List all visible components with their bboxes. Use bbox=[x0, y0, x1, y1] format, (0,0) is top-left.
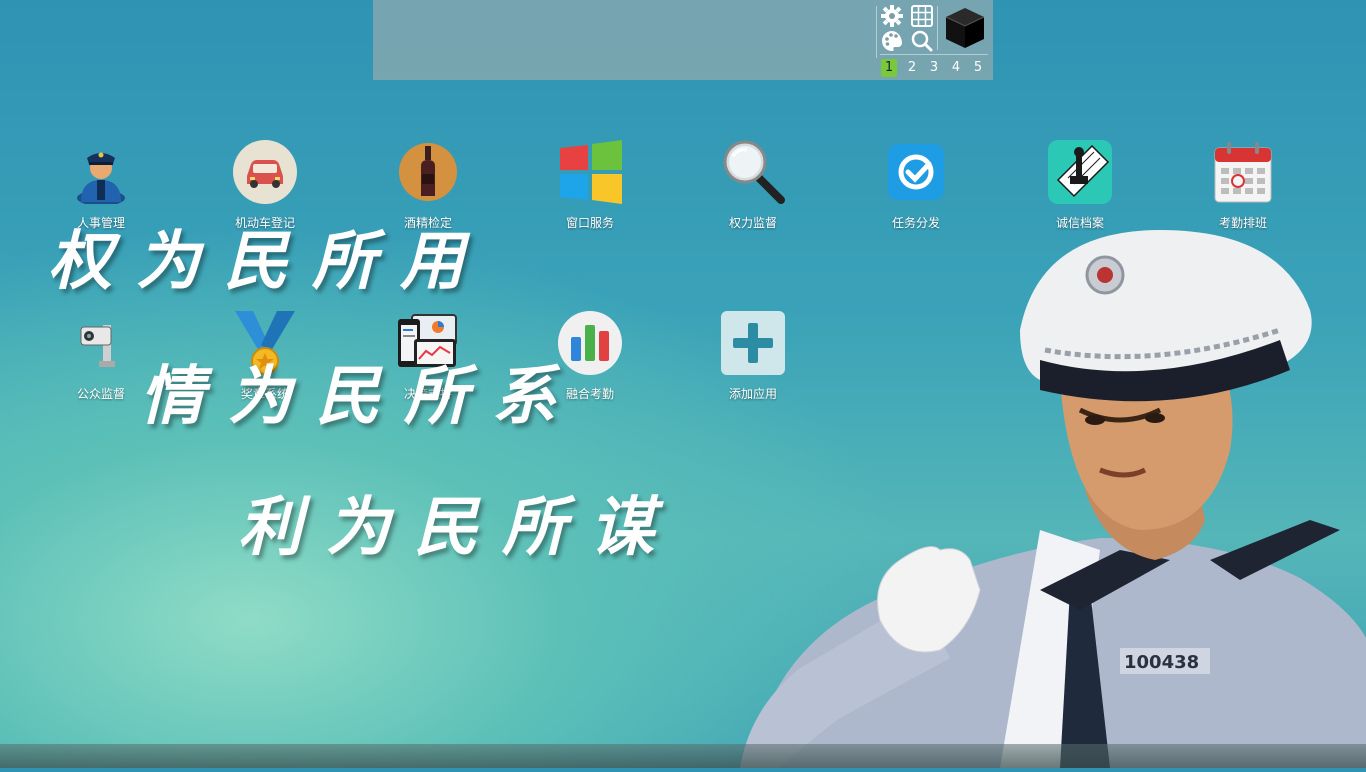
app-task-dispatch[interactable]: 任务分发 bbox=[866, 140, 966, 231]
palette-icon[interactable] bbox=[880, 29, 904, 53]
camera-icon bbox=[69, 311, 133, 375]
magnifier-icon bbox=[721, 140, 785, 204]
police-officer-icon bbox=[69, 140, 133, 206]
cube-icon[interactable] bbox=[944, 6, 986, 50]
slogan-line-3: 利为民所谋 bbox=[238, 490, 678, 565]
app-label: 任务分发 bbox=[891, 216, 940, 230]
page-5-button[interactable]: 5 bbox=[969, 59, 987, 77]
calendar-icon bbox=[1211, 140, 1275, 204]
app-label: 窗口服务 bbox=[565, 216, 614, 230]
app-power-supervision[interactable]: 权力监督 bbox=[703, 140, 803, 231]
taskbar bbox=[0, 744, 1366, 768]
badge-number: 100438 bbox=[1124, 652, 1199, 673]
page-1-button[interactable]: 1 bbox=[881, 59, 897, 77]
gear-icon[interactable] bbox=[880, 4, 904, 28]
toolbar-divider bbox=[876, 6, 877, 58]
windows-icon bbox=[558, 140, 622, 204]
app-label: 权力监督 bbox=[728, 216, 777, 230]
page-3-button[interactable]: 3 bbox=[925, 59, 943, 77]
grid-icon[interactable] bbox=[910, 4, 934, 28]
app-public-supervision[interactable]: 公众监督 bbox=[51, 311, 151, 402]
page-4-button[interactable]: 4 bbox=[947, 59, 965, 77]
bottle-icon bbox=[396, 140, 460, 204]
app-label: 公众监督 bbox=[76, 387, 125, 401]
slogan-line-1: 权为民所用 bbox=[48, 224, 488, 299]
app-label: 考勤排班 bbox=[1218, 216, 1267, 230]
page-2-button[interactable]: 2 bbox=[903, 59, 921, 77]
police-officer-illustration: 100438 bbox=[740, 230, 1366, 768]
stamp-icon bbox=[1048, 140, 1112, 204]
car-icon bbox=[233, 140, 297, 204]
app-credit-records[interactable]: 诚信档案 bbox=[1030, 140, 1130, 231]
slogan-line-2: 情为民所系 bbox=[140, 359, 580, 434]
app-label: 诚信档案 bbox=[1055, 216, 1104, 230]
checkmark-icon bbox=[884, 140, 948, 204]
app-window-service[interactable]: 窗口服务 bbox=[540, 140, 640, 231]
app-attendance-schedule[interactable]: 考勤排班 bbox=[1193, 140, 1293, 231]
search-icon[interactable] bbox=[910, 29, 934, 53]
toolbar-divider bbox=[880, 54, 988, 55]
toolbar-divider bbox=[937, 6, 938, 50]
page-switcher: 1 2 3 4 5 bbox=[881, 59, 991, 77]
